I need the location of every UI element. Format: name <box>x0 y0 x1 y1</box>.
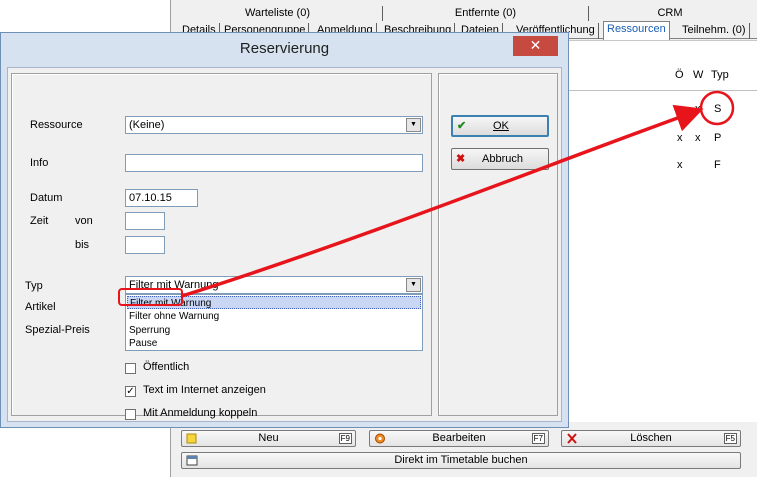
annotation-arrow <box>181 104 704 298</box>
highlight-circle <box>699 90 735 126</box>
highlight-box <box>118 288 183 306</box>
annotation-overlay <box>118 90 735 306</box>
